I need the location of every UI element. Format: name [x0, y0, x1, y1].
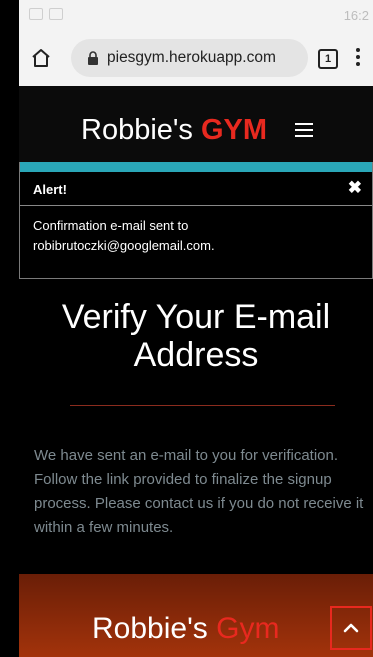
left-edge	[0, 0, 19, 657]
browser-toolbar: piesgym.herokuapp.com 1	[19, 30, 373, 86]
page-title: Verify Your E-mail Address	[61, 298, 331, 374]
status-time: 16:2	[343, 8, 369, 23]
alert-header: Alert! ✖	[20, 172, 372, 206]
notification-icon	[49, 8, 63, 20]
close-icon[interactable]: ✖	[348, 178, 362, 198]
footer-brand: Robbie's Gym	[92, 612, 279, 646]
footer-brand-accent: Gym	[216, 612, 280, 645]
notification-icon	[29, 8, 43, 20]
verification-description: We have sent an e-mail to you for verifi…	[34, 447, 364, 536]
alert-message: Confirmation e-mail sent to robibrutoczk…	[33, 218, 215, 253]
brand-prefix: Robbie's	[81, 114, 193, 146]
back-to-top-button[interactable]	[330, 606, 372, 650]
site-header: Robbie's GYM	[19, 86, 373, 162]
brand-accent: GYM	[201, 114, 268, 146]
url-text: piesgym.herokuapp.com	[107, 49, 276, 66]
chevron-up-icon	[343, 623, 359, 633]
alert-title: Alert!	[33, 182, 67, 197]
more-vert-icon[interactable]	[355, 48, 361, 70]
site-brand[interactable]: Robbie's GYM	[81, 114, 267, 147]
status-icons	[29, 8, 63, 20]
alert-accent-bar	[20, 162, 372, 172]
alert-box: Alert! ✖ Confirmation e-mail sent to rob…	[19, 162, 373, 279]
divider	[70, 405, 335, 406]
hamburger-icon[interactable]	[295, 123, 313, 137]
footer: Robbie's Gym	[19, 574, 373, 657]
lock-icon	[88, 51, 98, 65]
tabs-icon[interactable]: 1	[318, 49, 338, 69]
home-icon[interactable]	[29, 46, 53, 70]
status-bar: 16:2	[19, 0, 373, 30]
footer-brand-prefix: Robbie's	[92, 612, 208, 645]
url-bar[interactable]: piesgym.herokuapp.com	[71, 39, 308, 77]
